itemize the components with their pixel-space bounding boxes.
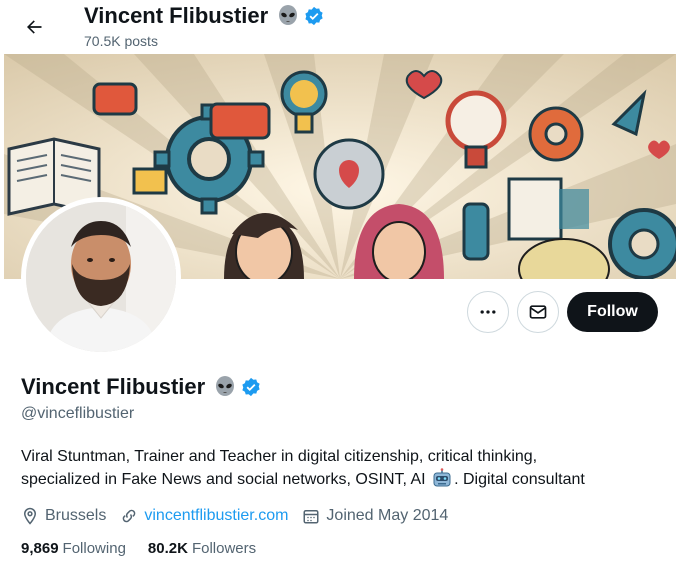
avatar-photo xyxy=(26,202,176,352)
follow-button[interactable]: Follow xyxy=(567,292,658,332)
profile-name-text: Vincent Flibustier xyxy=(21,374,206,399)
profile-name: Vincent Flibustier xyxy=(21,374,261,400)
followers-link[interactable]: 80.2K Followers xyxy=(148,540,256,557)
header-name-text: Vincent Flibustier xyxy=(84,3,269,28)
website-link[interactable]: vincentflibustier.com xyxy=(144,507,288,525)
more-options-button[interactable] xyxy=(467,291,509,333)
bio-line-2-end: . Digital consultant xyxy=(454,471,585,488)
envelope-icon xyxy=(529,305,547,319)
following-count: 9,869 xyxy=(21,540,59,557)
location-item: Brussels xyxy=(21,507,106,525)
back-button[interactable] xyxy=(14,7,54,47)
post-count: 70.5K posts xyxy=(84,33,158,49)
profile-handle: @vinceflibustier xyxy=(21,405,135,422)
location-text: Brussels xyxy=(45,507,107,524)
follow-stats: 9,869 Following 80.2K Followers xyxy=(21,540,278,557)
avatar-border xyxy=(21,197,181,357)
header-name: Vincent Flibustier xyxy=(84,3,324,29)
alien-emoji-icon xyxy=(276,4,300,28)
more-dots-icon xyxy=(480,310,496,314)
arrow-left-icon xyxy=(27,20,42,34)
followers-label: Followers xyxy=(191,540,257,557)
joined-item: Joined May 2014 xyxy=(302,507,448,525)
profile-bio: Viral Stuntman, Trainer and Teacher in d… xyxy=(21,445,661,495)
location-pin-icon xyxy=(23,507,37,525)
avatar[interactable] xyxy=(26,202,176,352)
verified-badge-icon[interactable] xyxy=(304,6,324,26)
calendar-icon xyxy=(303,510,319,524)
following-link[interactable]: 9,869 Following xyxy=(21,540,126,557)
joined-text: Joined May 2014 xyxy=(326,507,449,524)
top-bar: Vincent Flibustier 70.5K posts xyxy=(0,0,680,54)
bio-line-2-start: specialized in Fake News and social netw… xyxy=(21,471,426,488)
website-item: vincentflibustier.com xyxy=(120,507,288,525)
message-button[interactable] xyxy=(517,291,559,333)
alien-emoji-icon xyxy=(213,375,237,399)
bio-line-1: Viral Stuntman, Trainer and Teacher in d… xyxy=(21,448,538,465)
bio-line-2: specialized in Fake News and social netw… xyxy=(21,468,661,495)
profile-meta: Brussels vincentflibustier.com Joined Ma… xyxy=(21,505,462,527)
following-label: Following xyxy=(62,540,126,557)
robot-emoji-icon xyxy=(431,468,453,495)
link-icon xyxy=(123,509,136,523)
followers-count: 80.2K xyxy=(147,540,188,557)
verified-badge-icon[interactable] xyxy=(241,377,261,397)
